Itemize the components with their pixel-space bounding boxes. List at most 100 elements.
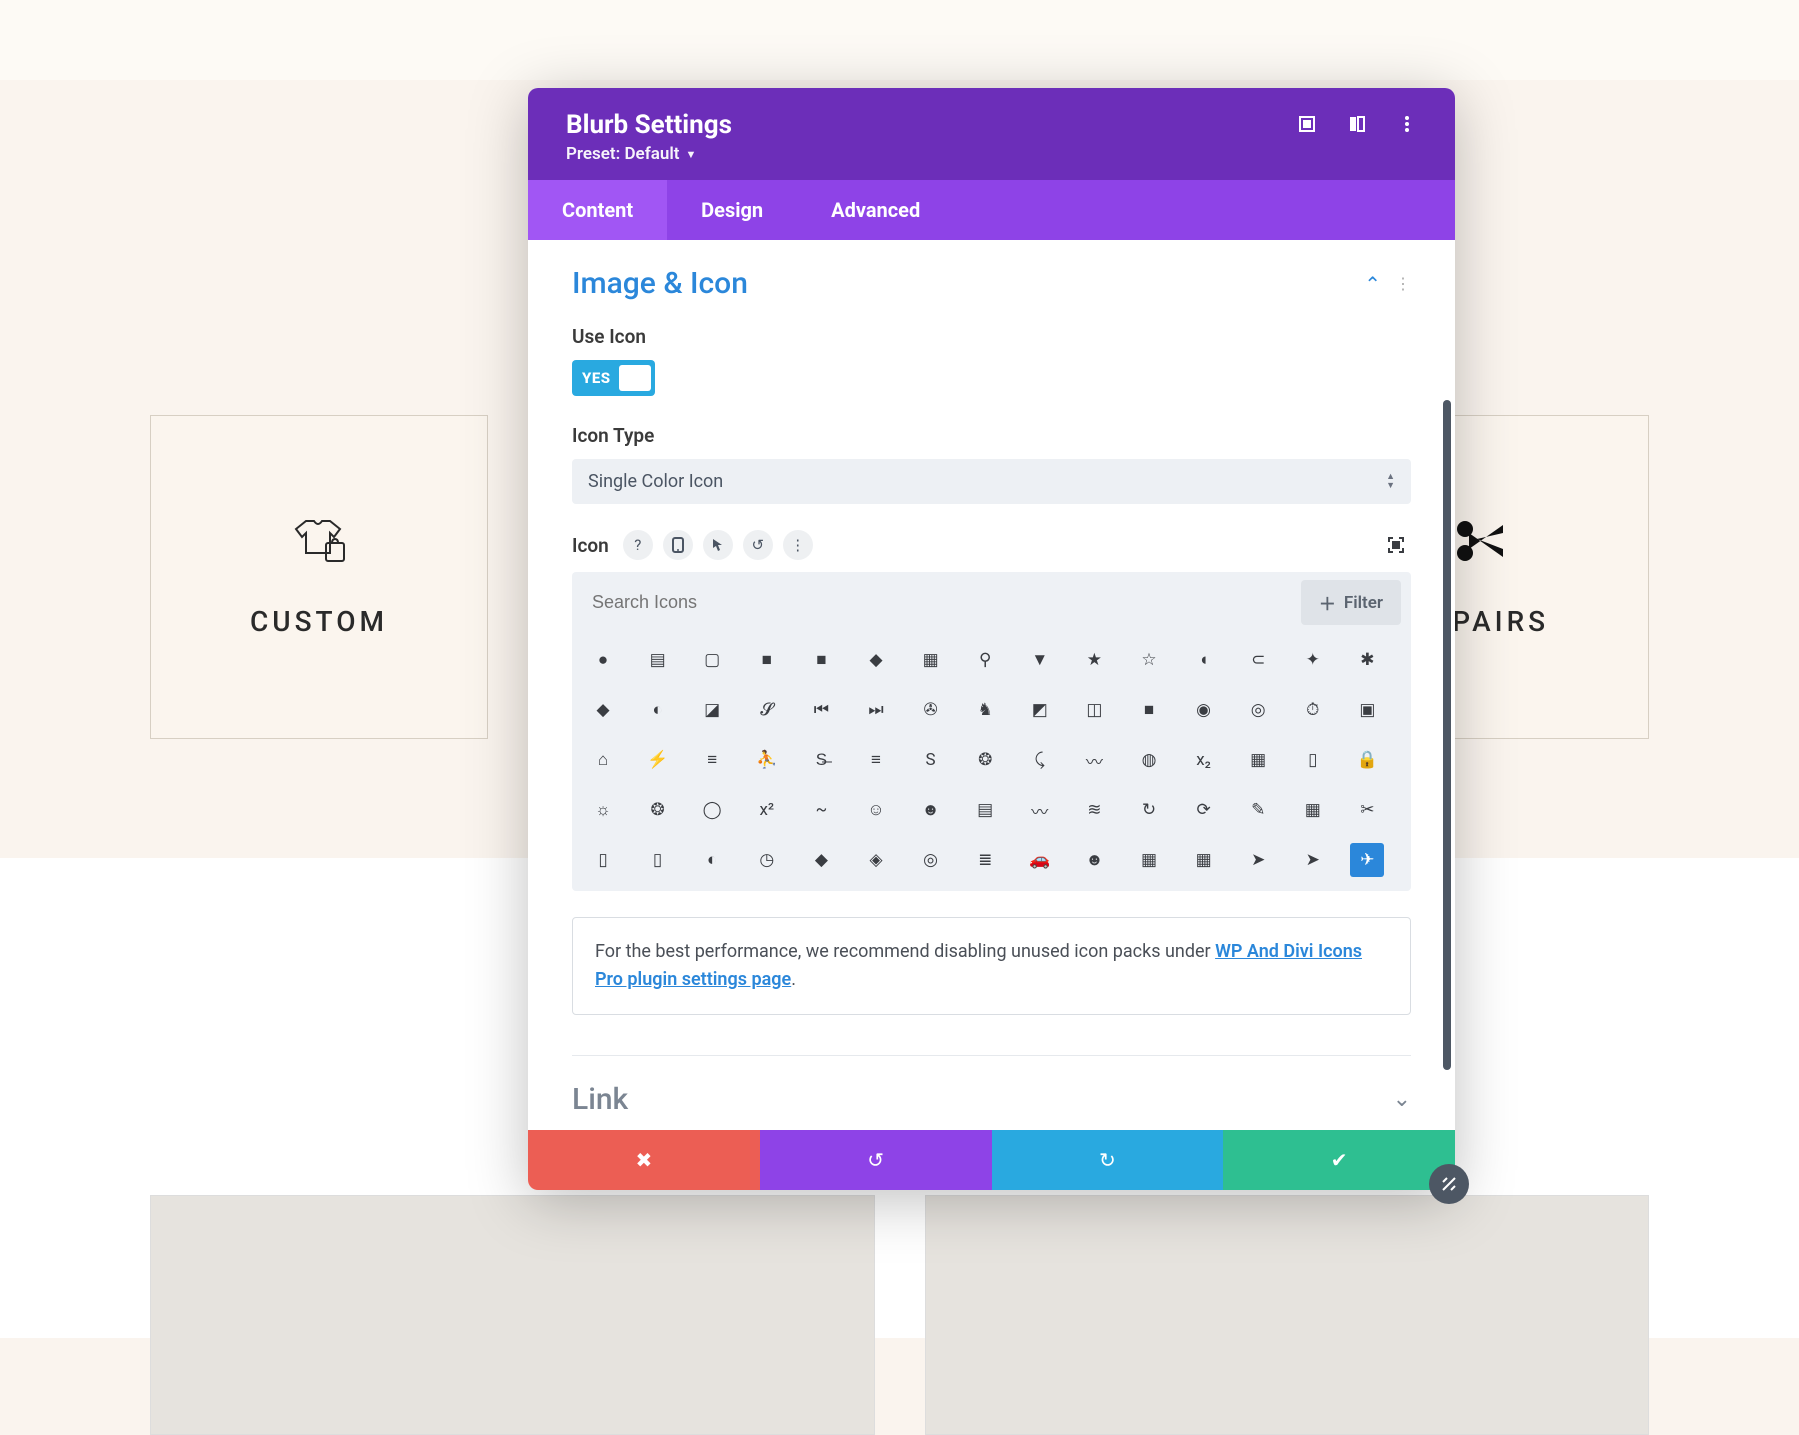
fullscreen-icon[interactable] (1381, 530, 1411, 560)
icon-option-spray[interactable]: ▤ (641, 643, 675, 677)
icon-option-sun-o[interactable]: ❂ (641, 793, 675, 827)
icon-option-stroopwafel[interactable]: ❂ (968, 743, 1002, 777)
icon-option-strikethrough[interactable]: S̶ (804, 743, 838, 777)
redo-button[interactable]: ↻ (992, 1130, 1224, 1190)
icon-option-store[interactable]: ▣ (1350, 693, 1384, 727)
icon-option-supple[interactable]: ~ (804, 793, 838, 827)
icon-option-star-o[interactable]: ☆ (1132, 643, 1166, 677)
icon-option-globe-sub[interactable]: ◍ (1132, 743, 1166, 777)
help-icon[interactable]: ? (623, 530, 653, 560)
icon-option-superpowers[interactable]: ◯ (695, 793, 729, 827)
icon-option-steam-sq[interactable]: ◪ (695, 693, 729, 727)
icon-option-star[interactable]: ★ (1077, 643, 1111, 677)
icon-option-stream[interactable]: ≡ (695, 743, 729, 777)
bg-card-custom[interactable]: CUSTOM (150, 415, 488, 739)
icon-option-surprise-o[interactable]: ☻ (914, 793, 948, 827)
section-header-image-icon[interactable]: Image & Icon ⌃ ⋮ (572, 266, 1411, 301)
icon-option-taxi[interactable]: 🚗 (1023, 843, 1057, 877)
icon-option-square[interactable]: ■ (750, 643, 784, 677)
icon-option-stripe-s[interactable]: S (914, 743, 948, 777)
icon-option-step-fwd[interactable]: ⏭ (859, 693, 893, 727)
icon-option-tencent[interactable]: ✈ (1350, 843, 1384, 877)
icon-option-steam-sym[interactable]: 𝓢 (750, 693, 784, 727)
search-input[interactable] (572, 576, 1291, 629)
icon-option-tach[interactable]: ◷ (750, 843, 784, 877)
scrollbar-thumb[interactable] (1443, 400, 1451, 1070)
icon-option-tablet[interactable]: ▯ (586, 843, 620, 877)
icon-option-stop-circle-o[interactable]: ◎ (1241, 693, 1275, 727)
icon-option-stack[interactable]: ▦ (914, 643, 948, 677)
icon-option-layers[interactable]: ◆ (586, 693, 620, 727)
icon-option-star-half[interactable]: ◖ (1187, 643, 1221, 677)
icon-option-surprise[interactable]: ☺ (859, 793, 893, 827)
resize-handle[interactable] (1429, 1164, 1469, 1204)
icon-option-star-half-o[interactable]: ⊂ (1241, 643, 1275, 677)
icon-option-subway[interactable]: ▦ (1241, 743, 1275, 777)
mobile-icon[interactable] (663, 530, 693, 560)
icon-option-subscript[interactable]: x₂ (1187, 743, 1221, 777)
filter-button[interactable]: ＋ Filter (1301, 580, 1401, 625)
icon-option-square-o[interactable]: ▢ (695, 643, 729, 677)
chevron-up-icon[interactable]: ⌃ (1364, 272, 1381, 296)
icon-option-note[interactable]: ◩ (1023, 693, 1057, 727)
reset-icon[interactable]: ↺ (743, 530, 773, 560)
preset-dropdown[interactable]: Preset: Default ▼ (566, 144, 732, 164)
icon-option-square2[interactable]: ■ (804, 643, 838, 677)
more-icon[interactable]: ⋮ (1395, 274, 1411, 293)
icon-option-swatch[interactable]: ▤ (968, 793, 1002, 827)
icon-option-telegram[interactable]: ➤ (1241, 843, 1275, 877)
icon-option-telegram-plane[interactable]: ➤ (1296, 843, 1330, 877)
icon-option-storefront[interactable]: ⌂ (586, 743, 620, 777)
tab-advanced[interactable]: Advanced (797, 180, 954, 240)
tab-design[interactable]: Design (667, 180, 797, 240)
scrollbar[interactable] (1443, 400, 1451, 1120)
icon-option-note-o[interactable]: ◫ (1077, 693, 1111, 727)
icon-option-tape[interactable]: ◎ (914, 843, 948, 877)
save-button[interactable]: ✔ (1223, 1130, 1455, 1190)
icon-option-squarespace[interactable]: ◆ (859, 643, 893, 677)
icon-option-star-half-alt[interactable]: ✦ (1296, 643, 1330, 677)
hover-icon[interactable] (703, 530, 733, 560)
icon-option-sun[interactable]: ☼ (586, 793, 620, 827)
icon-option-stopwatch[interactable]: ⏱ (1296, 693, 1330, 727)
icon-option-sync[interactable]: ↻ (1132, 793, 1166, 827)
icon-option-pool[interactable]: ≋ (1077, 793, 1111, 827)
use-icon-toggle[interactable]: YES (572, 360, 655, 396)
icon-option-teeth[interactable]: ▦ (1132, 843, 1166, 877)
icon-option-steam[interactable]: ◐ (641, 693, 675, 727)
icon-option-horse[interactable]: ♞ (968, 693, 1002, 727)
icon-option-stripe[interactable]: ≡ (859, 743, 893, 777)
undo-button[interactable]: ↺ (760, 1130, 992, 1190)
icon-option-street[interactable]: ⛹ (750, 743, 784, 777)
icon-type-select[interactable]: Single Color Icon ▲▼ (572, 459, 1411, 504)
icon-option-studiov[interactable]: ⤹ (1023, 743, 1057, 777)
icon-option-stop-circle[interactable]: ◉ (1187, 693, 1221, 727)
section-link[interactable]: Link ⌄ (572, 1055, 1411, 1130)
icon-option-teamspeak[interactable]: ☻ (1077, 843, 1111, 877)
icon-option-swimmer[interactable]: 〰 (1023, 793, 1057, 827)
split-view-icon[interactable] (1347, 114, 1367, 134)
icon-option-superscript[interactable]: x² (750, 793, 784, 827)
cancel-button[interactable]: ✖ (528, 1130, 760, 1190)
icon-option-stethoscope[interactable]: ✇ (914, 693, 948, 727)
icon-option-asterisk[interactable]: ✱ (1350, 643, 1384, 677)
icon-option-lock[interactable]: 🔒 (1350, 743, 1384, 777)
more-icon[interactable]: ⋮ (783, 530, 813, 560)
icon-option-tag[interactable]: ◆ (804, 843, 838, 877)
icon-option-step-back[interactable]: ⏮ (804, 693, 838, 727)
icon-option-suitcase[interactable]: ▯ (1296, 743, 1330, 777)
expand-icon[interactable] (1297, 114, 1317, 134)
tab-content[interactable]: Content (528, 180, 667, 240)
icon-option-strava[interactable]: ⚡ (641, 743, 675, 777)
more-icon[interactable] (1397, 114, 1417, 134)
icon-option-sync-alt[interactable]: ⟳ (1187, 793, 1221, 827)
icon-option-tablets[interactable]: ◐ (695, 843, 729, 877)
icon-option-stamp[interactable]: ▼ (1023, 643, 1057, 677)
icon-option-syringe[interactable]: ✎ (1241, 793, 1275, 827)
icon-option-table[interactable]: ▦ (1296, 793, 1330, 827)
icon-option-teeth-open[interactable]: ▦ (1187, 843, 1221, 877)
icon-option-tennis[interactable]: ✂ (1350, 793, 1384, 827)
icon-option-tablet-alt[interactable]: ▯ (641, 843, 675, 877)
icon-option-tasks[interactable]: ≣ (968, 843, 1002, 877)
icon-option-stop[interactable]: ■ (1132, 693, 1166, 727)
